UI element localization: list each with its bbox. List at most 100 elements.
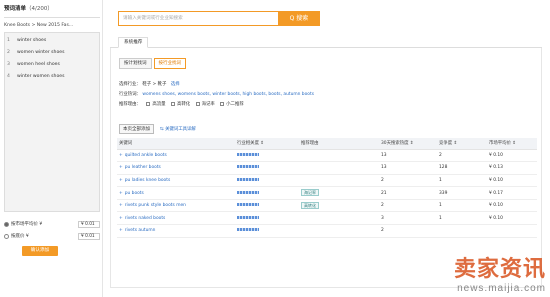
keyword-cell[interactable]: + pu leather boots xyxy=(117,161,235,175)
relevance-cell xyxy=(235,161,299,175)
reasons-row: 推荐理由： 高流量 高转化 海记率 小二推荐 xyxy=(119,100,314,110)
watermark-url: news.maijia.com xyxy=(457,283,546,294)
watermark-title: 卖家资讯 xyxy=(453,256,546,282)
price-cell: ¥ 0.10 xyxy=(487,174,537,188)
relevance-cell xyxy=(235,224,299,238)
breadcrumb[interactable]: Knee Boots > New 2015 Fas... xyxy=(4,21,100,30)
price-cell: ¥ 0.13 xyxy=(487,161,537,175)
hot-words-links[interactable]: womens shoes, womens boots, winter boots… xyxy=(142,92,314,97)
price-cell: ¥ 0.10 xyxy=(487,199,537,213)
subtab-by-industry[interactable]: 按行业找词 xyxy=(153,58,186,69)
relevance-bar xyxy=(237,203,259,207)
reason-option: 高流量 xyxy=(152,102,166,107)
checkbox-high-conversion[interactable] xyxy=(170,101,175,106)
add-icon[interactable]: + xyxy=(119,203,123,208)
bid-value-input[interactable]: ¥ 0.01 xyxy=(78,232,100,240)
keyword-text: pu leather boots xyxy=(124,165,161,171)
relevance-cell xyxy=(235,211,299,226)
bid-option-base-price[interactable]: 按底价 ¥ ¥ 0.01 xyxy=(4,230,100,242)
price-cell: ¥ 0.10 xyxy=(487,211,537,226)
item-label: winter shoes xyxy=(17,38,47,43)
hot-words-row: 行业热词： womens shoes, womens boots, winter… xyxy=(119,90,314,100)
add-icon[interactable]: + xyxy=(119,228,123,233)
industry-label: 选择行业： xyxy=(119,82,141,87)
item-label: winter women shoes xyxy=(17,74,65,79)
checkbox-sea-rate[interactable] xyxy=(195,101,200,106)
keyword-text: quilted ankle boots xyxy=(124,152,167,158)
list-item[interactable]: 1 winter shoes xyxy=(7,35,97,47)
keyword-cell[interactable]: + rivets autumn xyxy=(117,224,235,238)
item-label: women winter shoes xyxy=(17,50,65,55)
table-row: + rivets autumn 2 xyxy=(117,224,537,238)
checkbox-staff-recommend[interactable] xyxy=(220,101,225,106)
filters: 选择行业： 鞋子 > 靴子 选择 行业热词： womens shoes, wom… xyxy=(119,80,314,110)
keyword-cell[interactable]: + quilted ankle boots xyxy=(117,149,235,163)
keyword-cell[interactable]: + rivets naked boots xyxy=(117,211,235,226)
add-icon[interactable]: + xyxy=(119,178,123,183)
tool-help-text: 关键词工具详解 xyxy=(165,127,196,132)
panel-divider xyxy=(102,0,103,297)
reason-cell xyxy=(299,174,379,188)
watermark: 卖家资讯 news.maijia.com xyxy=(454,251,546,294)
keyword-count: （4/200） xyxy=(26,6,53,12)
competition-cell: 339 xyxy=(437,186,487,200)
bid-options: 按市场平均价 ¥ ¥ 0.01 按底价 ¥ ¥ 0.01 xyxy=(4,218,100,242)
bid-option-market-average[interactable]: 按市场平均价 ¥ ¥ 0.01 xyxy=(4,218,100,230)
add-icon[interactable]: + xyxy=(119,165,123,170)
subtabs: 按计划找词 按行业找词 xyxy=(119,58,186,69)
col-relevance[interactable]: 行业相关度 ⇕ xyxy=(235,138,299,150)
item-label: women heel shoes xyxy=(17,62,60,67)
bid-option-label: 按市场平均价 ¥ xyxy=(11,222,43,227)
item-number: 1 xyxy=(7,38,10,43)
price-cell: ¥ 0.10 xyxy=(487,149,537,163)
list-item[interactable]: 3 women heel shoes xyxy=(7,59,97,71)
reason-tag: 海记率 xyxy=(301,189,319,197)
keyword-list-title: 预词清单（4/200） xyxy=(4,4,100,14)
item-number: 4 xyxy=(7,74,10,79)
list-item[interactable]: 2 women winter shoes xyxy=(7,47,97,59)
confirm-add-button[interactable]: 确认添加 xyxy=(22,246,58,256)
reason-cell xyxy=(299,211,379,226)
checkbox-high-traffic[interactable] xyxy=(146,101,151,106)
hot-words-label: 行业热词： xyxy=(119,92,141,97)
price-cell: ¥ 0.17 xyxy=(487,186,537,200)
industry-row: 选择行业： 鞋子 > 靴子 选择 xyxy=(119,80,314,90)
radio-base-price[interactable] xyxy=(4,233,9,239)
col-keyword: 关键词 xyxy=(117,138,235,150)
table-row: + pu boots 海记率 21 339 ¥ 0.17 xyxy=(117,186,537,200)
keyword-cell[interactable]: + pu boots xyxy=(117,186,235,200)
heat-cell: 2 xyxy=(379,199,437,213)
heat-cell: 13 xyxy=(379,161,437,175)
competition-cell: 1 xyxy=(437,174,487,188)
heat-cell: 3 xyxy=(379,211,437,226)
col-market-price[interactable]: 市场平均价 ⇕ xyxy=(487,138,537,150)
radio-market-average[interactable] xyxy=(4,221,9,227)
relevance-cell xyxy=(235,186,299,200)
reason-cell xyxy=(299,224,379,238)
add-icon[interactable]: + xyxy=(119,216,123,221)
keyword-cell[interactable]: + rivets punk style boots men xyxy=(117,199,235,213)
select-industry-link[interactable]: 选择 xyxy=(171,82,180,87)
keyword-table: 关键词 行业相关度 ⇕ 推荐理由 30天搜索热度 ⇕ 竞争度 ⇕ 市场平均价 ⇕… xyxy=(117,138,537,238)
heat-cell: 2 xyxy=(379,224,437,238)
list-item[interactable]: 4 winter women shoes xyxy=(7,71,97,83)
add-icon[interactable]: + xyxy=(119,191,123,196)
add-all-button[interactable]: 本页全部添加 xyxy=(119,124,154,134)
price-cell xyxy=(487,224,537,238)
tool-help-link[interactable]: ⇆ 关键词工具详解 xyxy=(160,126,196,132)
bid-value-input[interactable]: ¥ 0.01 xyxy=(78,220,100,228)
keyword-text: pu ladies knee boots xyxy=(124,177,171,183)
bid-option-label: 按底价 ¥ xyxy=(11,234,29,239)
search-button[interactable]: Q 搜索 xyxy=(278,11,320,26)
search-input[interactable]: 请输入关键词或行业业知搜索 xyxy=(118,11,278,26)
keyword-list-panel: 预词清单（4/200） Knee Boots > New 2015 Fas...… xyxy=(4,4,100,290)
subtab-by-plan[interactable]: 按计划找词 xyxy=(119,58,152,69)
tab-bar: 系统推荐 xyxy=(110,36,542,48)
relevance-bar xyxy=(237,177,259,181)
keyword-cell[interactable]: + pu ladies knee boots xyxy=(117,174,235,188)
col-search-heat[interactable]: 30天搜索热度 ⇕ xyxy=(379,138,437,150)
tab-system-recommend[interactable]: 系统推荐 xyxy=(118,37,149,48)
col-competition[interactable]: 竞争度 ⇕ xyxy=(437,138,487,150)
add-icon[interactable]: + xyxy=(119,153,123,158)
keyword-text: rivets punk style boots men xyxy=(124,203,186,209)
